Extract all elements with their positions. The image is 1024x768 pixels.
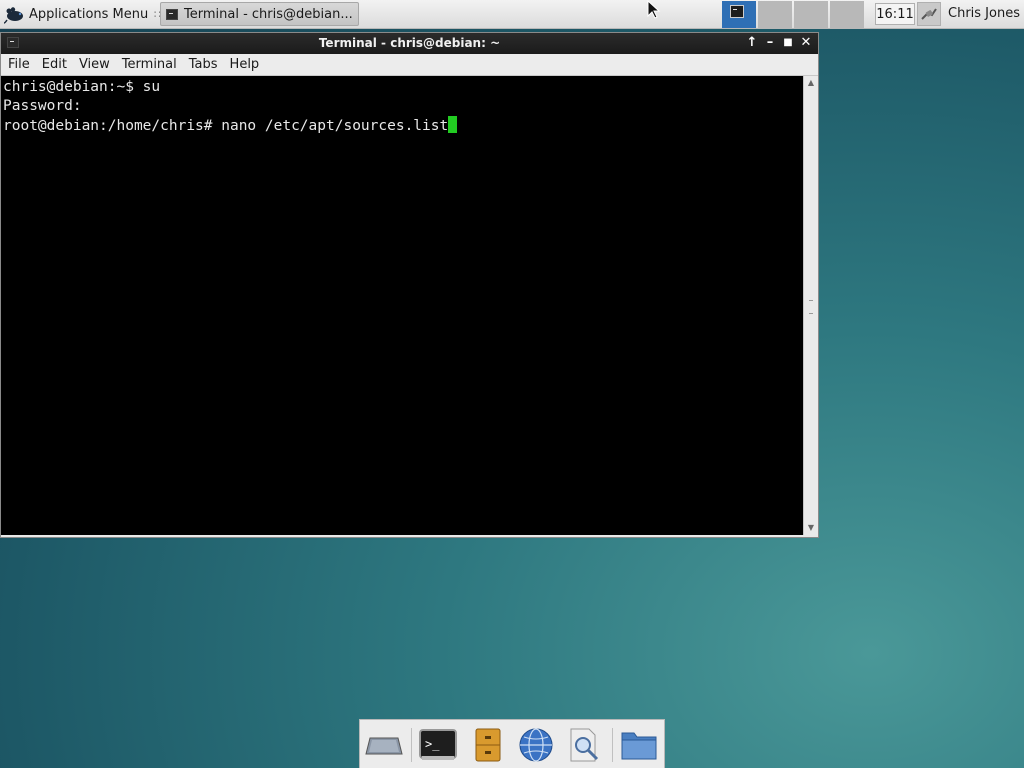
scroll-down-arrow-icon[interactable]: ▼ [804,521,818,535]
scrollbar-grip[interactable] [809,300,813,314]
folder-icon [621,732,657,760]
app-finder-icon [570,728,599,762]
terminal-icon [730,5,744,18]
menu-view[interactable]: View [73,57,116,72]
workspace-2[interactable] [758,1,792,28]
file-cabinet-icon [475,728,501,762]
title-bar[interactable]: Terminal - chris@debian: ~ ↑ – ■ ✕ [1,33,818,54]
scroll-up-arrow-icon[interactable]: ▲ [804,76,818,90]
terminal-line: root@debian:/home/chris# nano /etc/apt/s… [3,116,803,135]
terminal-icon [166,8,178,20]
applications-menu-label: Applications Menu [29,6,149,22]
menu-bar: File Edit View Terminal Tabs Help [1,54,818,76]
menu-file[interactable]: File [2,57,36,72]
top-panel: Applications Menu ∷ Terminal - chris@deb… [0,0,1024,29]
minimize-button[interactable]: – [764,34,776,52]
terminal-scrollbar[interactable]: ▲ ▼ [803,76,818,535]
terminal-line: Password: [3,97,803,116]
web-browser-icon [519,728,553,762]
svg-text:>_: >_ [425,737,440,751]
menu-help[interactable]: Help [224,57,266,72]
terminal-output[interactable]: chris@debian:~$ su Password: root@debian… [1,76,803,535]
taskbar-terminal-label: Terminal - chris@debian... [184,6,353,22]
file-manager-launcher[interactable] [619,726,659,764]
file-cabinet-launcher[interactable] [468,726,508,764]
network-plug-icon [921,8,937,20]
mouse-pointer-icon [647,0,661,19]
bottom-dock: >_ [359,719,665,768]
menu-terminal[interactable]: Terminal [116,57,183,72]
terminal-line: chris@debian:~$ su [3,78,803,97]
maximize-button[interactable]: ■ [782,34,794,52]
clock[interactable]: 16:11 [875,3,915,25]
window-controls: ↑ – ■ ✕ [746,34,812,52]
terminal-line-text: root@debian:/home/chris# nano /etc/apt/s… [3,118,449,134]
dock-separator [411,728,412,762]
workspace-4[interactable] [830,1,864,28]
menu-edit[interactable]: Edit [36,57,73,72]
xfce-mouse-icon [4,7,23,24]
taskbar-terminal-button[interactable]: Terminal - chris@debian... [160,2,359,26]
user-name-menu[interactable]: Chris Jones [948,6,1020,21]
dock-separator [612,728,613,762]
terminal-icon: >_ [419,729,457,760]
terminal-cursor [448,116,458,133]
show-desktop-icon [365,737,403,755]
workspace-switcher [722,1,864,28]
app-finder-launcher[interactable] [565,726,605,764]
close-button[interactable]: ✕ [800,34,812,52]
network-icon[interactable] [917,2,941,26]
shade-button[interactable]: ↑ [746,34,758,52]
terminal-launcher[interactable]: >_ [418,726,458,764]
show-desktop-button[interactable] [364,726,404,764]
terminal-line-text: Password: [3,98,82,114]
workspace-1[interactable] [722,1,756,28]
menu-tabs[interactable]: Tabs [183,57,224,72]
window-title: Terminal - chris@debian: ~ [318,36,501,50]
terminal-line-text: chris@debian:~$ su [3,79,161,95]
workspace-3[interactable] [794,1,828,28]
terminal-window: Terminal - chris@debian: ~ ↑ – ■ ✕ File … [0,32,819,538]
web-browser-launcher[interactable] [516,726,556,764]
applications-menu-button[interactable]: Applications Menu [4,3,148,25]
